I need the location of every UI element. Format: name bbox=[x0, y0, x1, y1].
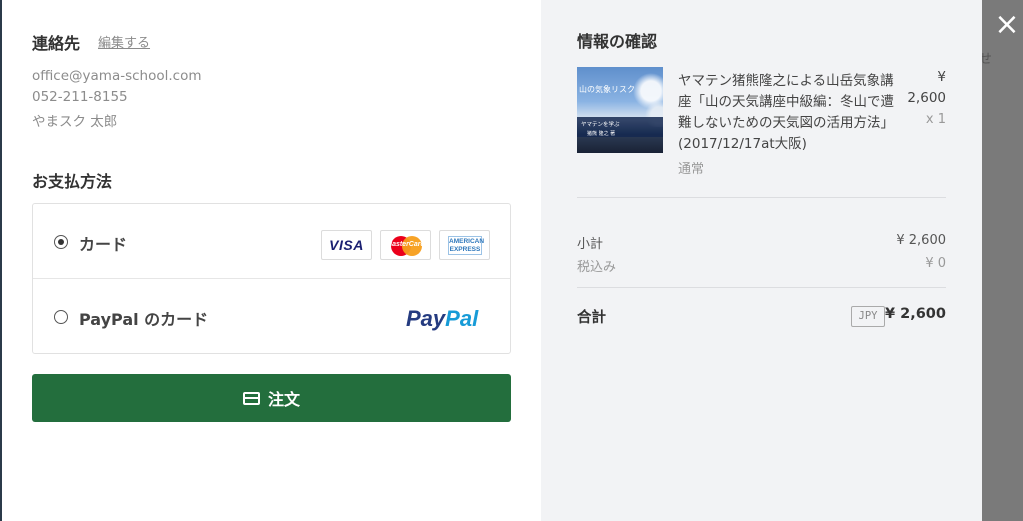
item-quantity: x 1 bbox=[925, 112, 946, 127]
tax-label: 税込み bbox=[577, 260, 617, 275]
order-summary-panel: 情報の確認 山の気象リスク ヤマテンを学ぶ 猪熊 隆之 著 ヤマテン猪熊隆之によ… bbox=[541, 0, 982, 521]
total-value: ¥ 2,600 bbox=[884, 306, 946, 322]
paypal-logo-pay: Pay bbox=[406, 306, 446, 331]
contact-phone: 052-211-8155 bbox=[32, 89, 128, 105]
contact-title: 連絡先 bbox=[32, 34, 81, 53]
product-thumbnail: 山の気象リスク ヤマテンを学ぶ 猪熊 隆之 著 bbox=[577, 67, 663, 153]
amex-label: AMERICAN EXPRESS bbox=[449, 238, 485, 253]
thumbnail-subtitle: ヤマテンを学ぶ bbox=[581, 122, 620, 128]
item-name-line-3: 難しないための天気図の活用方法」 bbox=[678, 115, 894, 131]
contact-email: office@yama-school.com bbox=[32, 68, 202, 84]
item-name-line-1: ヤマテン猪熊隆之による山岳気象講 bbox=[678, 73, 894, 89]
subtotal-value: ¥ 2,600 bbox=[896, 233, 946, 248]
thumbnail-author: 猪熊 隆之 著 bbox=[587, 131, 616, 137]
item-ticket-type: 通常 bbox=[678, 162, 705, 177]
divider bbox=[577, 197, 946, 198]
item-price: 2,600 bbox=[907, 90, 946, 106]
place-order-label: 注文 bbox=[267, 390, 300, 409]
item-price-symbol: ¥ bbox=[937, 69, 946, 85]
mastercard-icon: MasterCard bbox=[380, 230, 431, 260]
item-name-line-2: 座「山の天気講座中級編：冬山で遭 bbox=[678, 94, 894, 110]
subtotal-label: 小計 bbox=[577, 237, 604, 252]
payment-options: カード VISA MasterCard AMERICAN EXPRESS Pay… bbox=[32, 203, 511, 354]
paypal-radio[interactable] bbox=[54, 310, 68, 324]
payment-title: お支払方法 bbox=[32, 172, 113, 191]
payment-option-card[interactable]: カード VISA MasterCard AMERICAN EXPRESS bbox=[33, 204, 510, 279]
place-order-button[interactable]: 注文 bbox=[32, 374, 511, 422]
card-option-label: カード bbox=[79, 235, 128, 254]
mastercard-label: MasterCard bbox=[386, 241, 425, 248]
payment-option-paypal[interactable]: PayPal のカード PayPal bbox=[33, 279, 510, 354]
amex-box: AMERICAN EXPRESS bbox=[448, 236, 485, 255]
amex-icon: AMERICAN EXPRESS bbox=[439, 230, 490, 260]
currency-badge: JPY bbox=[851, 306, 885, 327]
total-label: 合計 bbox=[577, 310, 606, 326]
page-backdrop bbox=[982, 0, 1023, 521]
paypal-option-label: PayPal のカード bbox=[79, 310, 209, 329]
tax-value: ¥ 0 bbox=[925, 256, 946, 271]
thumbnail-title: 山の気象リスク bbox=[579, 85, 635, 94]
card-radio[interactable] bbox=[54, 235, 68, 249]
paypal-logo-pal: Pal bbox=[445, 306, 479, 331]
credit-card-icon bbox=[242, 391, 260, 405]
edit-contact-link[interactable]: 編集する bbox=[98, 32, 150, 51]
item-name-line-4: (2017/12/17at大阪) bbox=[678, 136, 807, 152]
contact-name: やまスク 太郎 bbox=[32, 114, 118, 130]
summary-title: 情報の確認 bbox=[577, 32, 658, 51]
close-icon[interactable]: × bbox=[990, 8, 1023, 42]
divider bbox=[577, 287, 946, 288]
visa-label: VISA bbox=[329, 237, 364, 253]
paypal-logo-icon: PayPal bbox=[406, 306, 478, 332]
visa-icon: VISA bbox=[321, 230, 372, 260]
checkout-form-panel: 連絡先 編集する office@yama-school.com 052-211-… bbox=[2, 0, 541, 521]
